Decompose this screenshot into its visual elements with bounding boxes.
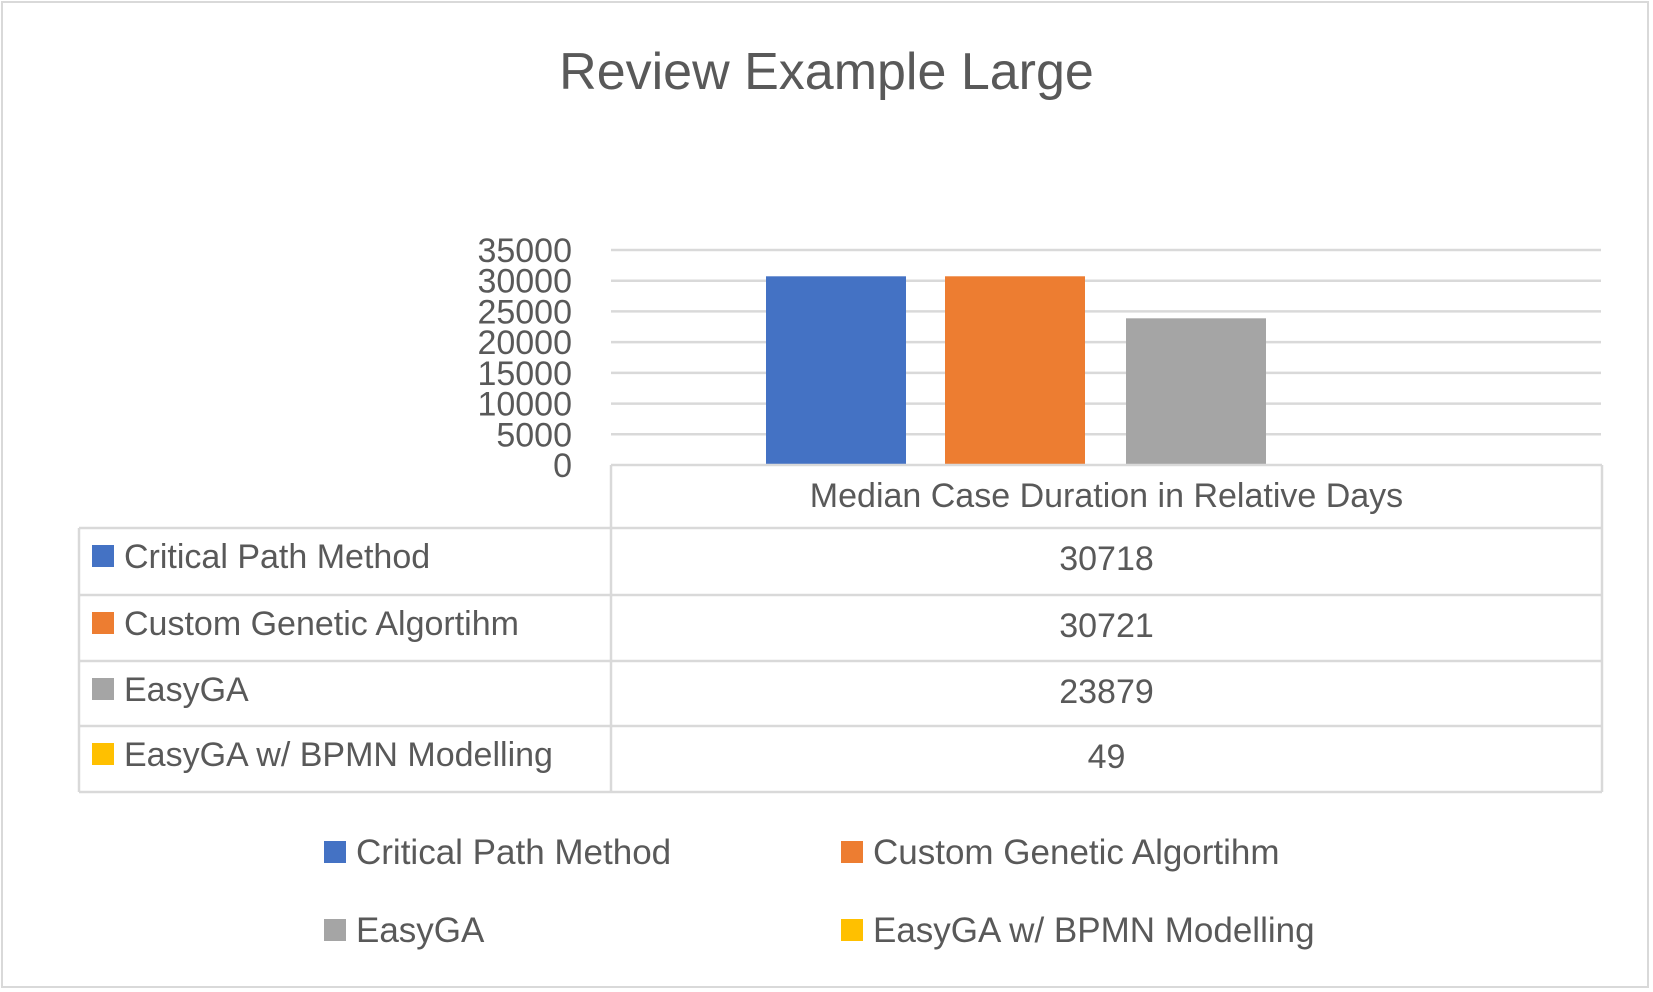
legend-key-icon (92, 743, 114, 766)
category-label: Median Case Duration in Relative Days (611, 477, 1602, 516)
table-value: 30721 (611, 607, 1602, 646)
cell-text: 30721 (1059, 607, 1154, 645)
cell-text: Critical Path Method (124, 538, 431, 576)
legend-swatch-icon (841, 918, 863, 941)
cell-text: 49 (1087, 738, 1126, 776)
legend-label: EasyGA w/ BPMN Modelling (873, 911, 1315, 950)
table-value: 30718 (611, 540, 1602, 579)
cell-text: Median Case Duration in Relative Days (809, 477, 1404, 515)
table-series-label: EasyGA (92, 671, 249, 710)
legend-label: EasyGA (356, 911, 485, 950)
legend-label: Critical Path Method (356, 833, 672, 872)
legend-swatch-icon (324, 840, 346, 863)
legend-key-icon (92, 678, 114, 701)
legend-label: Custom Genetic Algortihm (873, 833, 1280, 872)
bar-critical-path-method (766, 276, 906, 465)
table-value: 49 (611, 738, 1602, 777)
table-series-label: Custom Genetic Algortihm (92, 605, 519, 644)
cell-text: EasyGA (124, 671, 249, 709)
table-value: 23879 (611, 673, 1602, 712)
legend-item: EasyGA (324, 911, 484, 951)
bar-easyga (1126, 318, 1266, 465)
legend-swatch-icon (841, 840, 863, 863)
cell-text: 23879 (1059, 673, 1154, 711)
y-tick-label: 35000 (477, 232, 572, 270)
legend-swatch-icon (324, 918, 346, 941)
cell-text: EasyGA w/ BPMN Modelling (124, 736, 553, 774)
legend-key-icon (92, 545, 114, 568)
legend-item: Critical Path Method (324, 833, 671, 873)
cell-text: Custom Genetic Algortihm (124, 605, 519, 643)
legend-item: Custom Genetic Algortihm (841, 833, 1280, 873)
table-series-label: EasyGA w/ BPMN Modelling (92, 736, 553, 775)
table-series-label: Critical Path Method (92, 538, 430, 577)
bar-custom-genetic-algortihm (945, 276, 1085, 465)
legend-key-icon (92, 612, 114, 635)
legend-item: EasyGA w/ BPMN Modelling (841, 911, 1315, 951)
cell-text: 30718 (1059, 540, 1154, 578)
